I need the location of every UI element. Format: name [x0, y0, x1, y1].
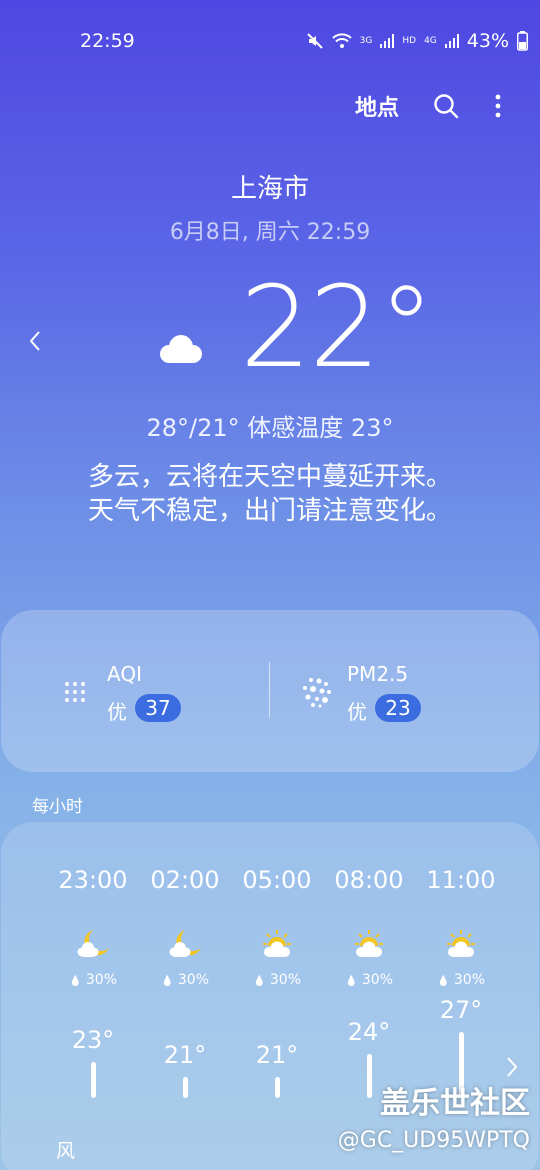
search-icon[interactable] — [432, 92, 460, 120]
city-name: 上海市 — [230, 174, 309, 204]
raindrop-icon: 💧 — [436, 976, 450, 987]
pm25-label: PM2.5 — [347, 662, 409, 686]
weather-description: 多云，云将在天空中蔓延开来。 天气不稳定，出门请注意变化。 — [0, 460, 540, 528]
sun-cloud-icon — [447, 930, 475, 957]
location-button[interactable]: 地点 — [355, 90, 399, 122]
aqi-value-badge: 37 — [135, 694, 181, 722]
aqi-dots-icon — [65, 682, 85, 702]
moon-cloud-icon — [169, 930, 201, 957]
updated-datetime: 6月8日, 周六 22:59 — [169, 220, 371, 245]
weather-description-line: 多云，云将在天空中蔓延开来。 — [87, 462, 452, 492]
watermark: 盖乐世社区 @GC_UD95WPTQ — [338, 1078, 530, 1153]
watermark-line: 盖乐世社区 — [380, 1086, 530, 1121]
signal-icon — [380, 34, 395, 48]
particles-icon — [303, 678, 331, 708]
hd-label: HD — [402, 35, 417, 46]
hourly-section-title: 每小时 — [32, 797, 83, 817]
aqi-grade: 优 — [107, 700, 127, 724]
mute-icon — [306, 33, 323, 49]
previous-location-chevron-icon[interactable] — [26, 326, 46, 356]
rain-chance: 💧 30% — [323, 972, 415, 988]
aqi-label: AQI — [107, 662, 142, 686]
more-options-icon[interactable] — [486, 92, 510, 120]
hour-temperature: 24° — [347, 1018, 391, 1046]
pm25-value-badge: 23 — [375, 694, 421, 722]
battery-percent: 43% — [466, 30, 509, 52]
status-bar: 22:59 3G HD 4G 43% — [0, 0, 540, 80]
hour-temperature: 21° — [163, 1040, 207, 1069]
battery-icon — [517, 31, 528, 51]
hour-temperature: 21° — [255, 1040, 299, 1069]
sun-cloud-icon — [355, 930, 383, 957]
rain-chance: 💧 30% — [231, 972, 323, 988]
hour-time: 23:00 — [58, 866, 128, 894]
rain-chance-value: 30% — [269, 972, 302, 988]
hour-time: 05:00 — [242, 866, 312, 894]
watermark-line: @GC_UD95WPTQ — [337, 1128, 530, 1153]
raindrop-icon: 💧 — [252, 976, 266, 987]
hour-time: 11:00 — [426, 866, 496, 894]
raindrop-icon: 💧 — [344, 976, 358, 987]
pm25-grade: 优 — [347, 700, 367, 724]
rain-chance: 💧 30% — [415, 972, 507, 988]
sun-cloud-icon — [263, 930, 291, 957]
hour-temperature: 23° — [71, 1025, 115, 1054]
hour-time: 08:00 — [334, 866, 404, 894]
partly-cloudy-night-icon — [160, 306, 237, 363]
hour-temperature: 27° — [439, 995, 483, 1024]
wind-label: 风 — [56, 1140, 76, 1162]
status-time: 22:59 — [80, 30, 135, 52]
raindrop-icon: 💧 — [160, 976, 174, 987]
raindrop-icon: 💧 — [68, 976, 82, 987]
temperature-bar — [183, 1076, 188, 1098]
current-temperature: 22° — [240, 263, 435, 393]
signal-icon — [444, 34, 459, 48]
temperature-bar — [91, 1061, 96, 1098]
rain-chance-value: 30% — [177, 972, 210, 988]
wifi-icon — [331, 33, 352, 48]
rain-chance: 💧 30% — [139, 972, 231, 988]
rain-chance-value: 30% — [85, 972, 118, 988]
hour-time: 02:00 — [150, 866, 220, 894]
network-4g-label: 4G — [424, 35, 437, 46]
weather-description-line: 天气不稳定，出门请注意变化。 — [87, 496, 452, 526]
high-low-feels-like: 28°/21° 体感温度 23° — [146, 414, 394, 442]
moon-cloud-icon — [77, 930, 109, 957]
rain-chance: 💧 30% — [47, 972, 139, 988]
temperature-bar — [275, 1076, 280, 1098]
rain-chance-value: 30% — [361, 972, 394, 988]
divider — [269, 662, 270, 717]
status-icons: 3G HD 4G 43% — [306, 30, 528, 52]
air-quality-card[interactable]: AQI 优 37 PM2.5 优 23 — [1, 610, 539, 772]
rain-chance-value: 30% — [453, 972, 486, 988]
network-3g-label: 3G — [359, 35, 373, 46]
